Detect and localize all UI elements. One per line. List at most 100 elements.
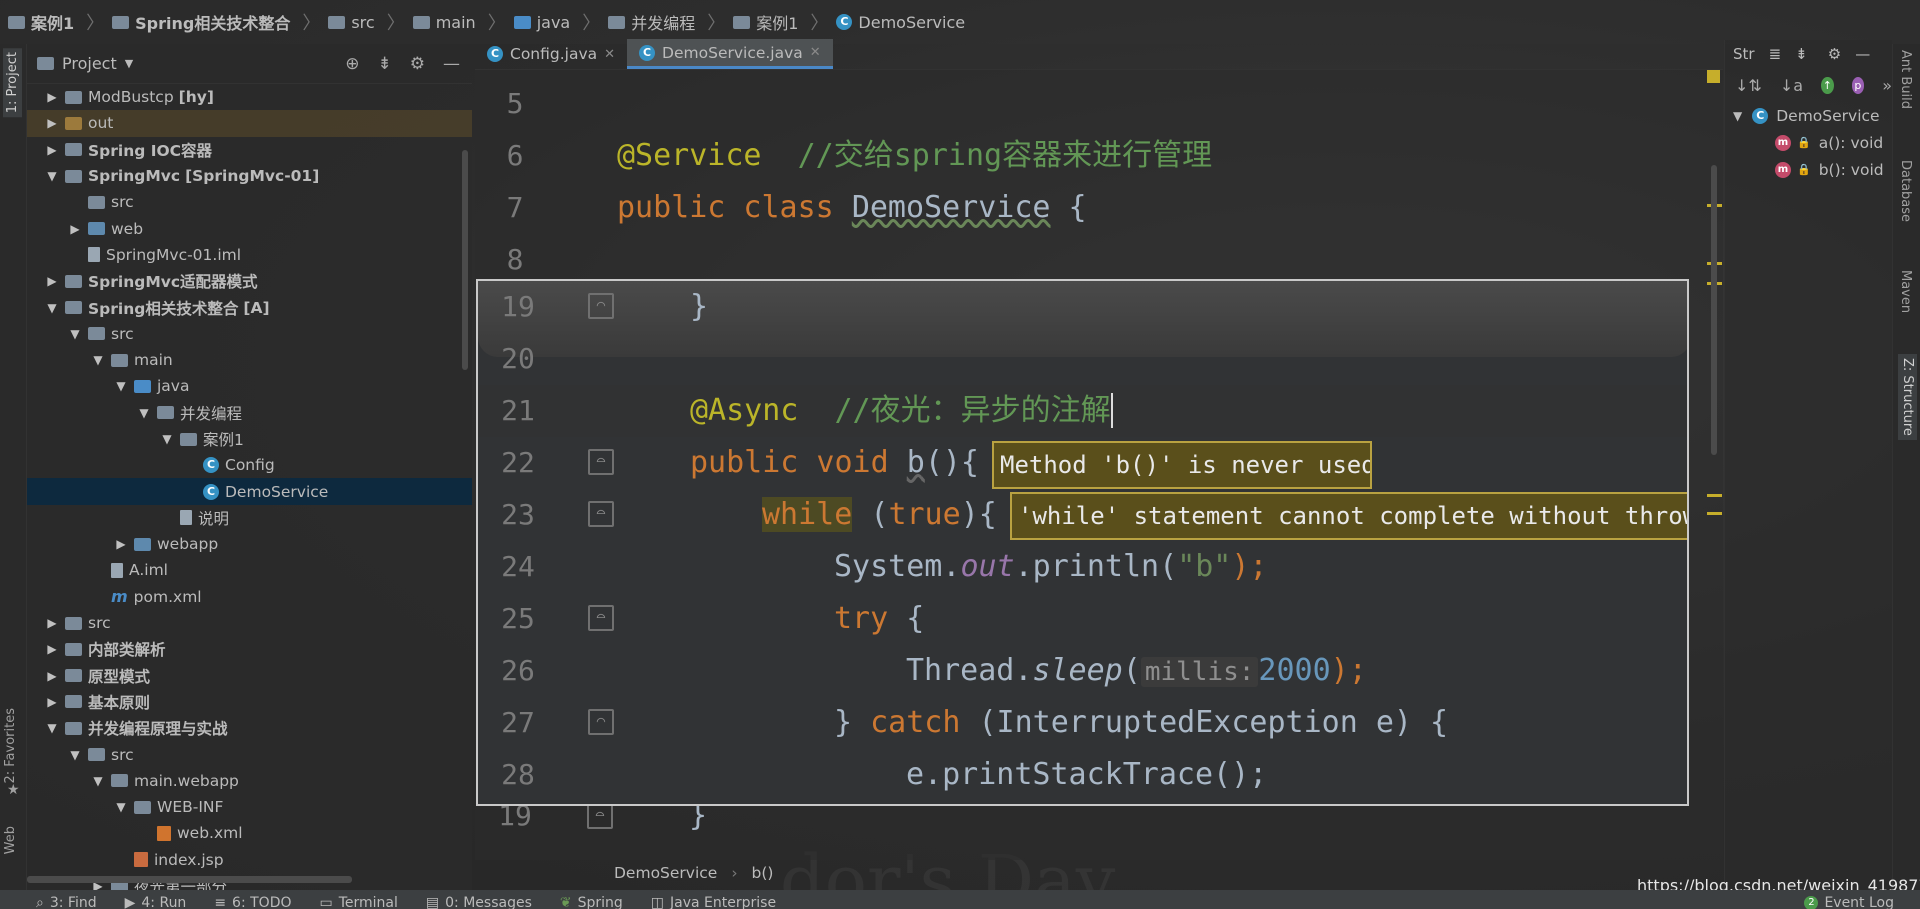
tab-java-enterprise[interactable]: ◫ Java Enterprise xyxy=(637,891,790,909)
chevron-right-icon[interactable]: ▶ xyxy=(45,116,59,130)
tab-todo[interactable]: ≡ 6: TODO xyxy=(200,891,305,909)
tab-favorites[interactable]: 2: Favorites xyxy=(3,708,18,784)
tree-item[interactable]: index.jsp xyxy=(27,847,472,873)
sort-by-visibility-icon[interactable]: ↓⇅ xyxy=(1735,76,1762,95)
show-properties-icon[interactable]: p xyxy=(1851,76,1865,94)
breadcrumb-item[interactable]: 案例1 〉 xyxy=(8,9,112,35)
warning-status-icon[interactable] xyxy=(1707,70,1720,83)
structure-method-row[interactable]: m 🔒 a(): void xyxy=(1725,129,1892,156)
chevron-down-icon[interactable]: ▼ xyxy=(160,432,174,446)
tree-item[interactable]: ▼ main xyxy=(27,347,472,373)
chevron-down-icon[interactable]: ▼ xyxy=(1733,109,1742,123)
tab-terminal[interactable]: ▭ Terminal xyxy=(306,891,412,909)
tab-maven[interactable]: Maven xyxy=(1898,270,1913,313)
tree-item[interactable]: m pom.xml xyxy=(27,584,472,610)
chevron-down-icon[interactable]: ▼ xyxy=(125,57,133,70)
chevron-down-icon[interactable]: ▼ xyxy=(114,379,128,393)
tab-messages[interactable]: ▤ 0: Messages xyxy=(412,891,546,909)
tree-item[interactable]: 说明 xyxy=(27,505,472,531)
breadcrumb-item[interactable]: 案例1 〉 xyxy=(733,9,836,35)
tab-config-java[interactable]: C Config.java ✕ xyxy=(475,39,627,69)
tree-item[interactable]: ▼ java xyxy=(27,373,472,399)
tab-event-log[interactable]: 2 Event Log xyxy=(1790,891,1920,909)
collapse-all-icon[interactable]: ⇟ xyxy=(378,54,392,74)
minimize-icon[interactable]: — xyxy=(443,54,460,74)
tree-item[interactable]: ▼ Spring相关技术整合 [A] xyxy=(27,294,472,320)
chevron-right-icon[interactable]: ▶ xyxy=(45,90,59,104)
sort-icon[interactable]: ≣ xyxy=(1769,45,1782,63)
tree-item[interactable]: ▼ 案例1 xyxy=(27,426,472,452)
breadcrumb-item[interactable]: b() xyxy=(752,864,774,882)
breadcrumb-item[interactable]: src 〉 xyxy=(328,9,412,35)
tree-item[interactable]: ▶ 基本原则 xyxy=(27,689,472,715)
tab-structure[interactable]: Z: Structure xyxy=(1898,354,1917,440)
chevron-right-icon[interactable]: ▶ xyxy=(114,537,128,551)
tab-ant-build[interactable]: Ant Build xyxy=(1898,50,1913,109)
chevron-right-icon[interactable]: ▶ xyxy=(45,143,59,157)
tree-item[interactable]: ▶ out xyxy=(27,110,472,137)
fold-icon[interactable]: ⌒ xyxy=(588,709,614,735)
project-scrollbar[interactable] xyxy=(462,150,468,370)
tree-item[interactable]: ▶ webapp xyxy=(27,531,472,557)
tab-spring[interactable]: ❦ Spring xyxy=(546,891,637,909)
tree-item[interactable]: A.iml xyxy=(27,557,472,583)
tree-item[interactable]: ▶ web xyxy=(27,215,472,241)
breadcrumb-item[interactable]: C DemoService xyxy=(836,13,965,32)
tree-item[interactable]: C DemoService xyxy=(27,478,472,505)
locate-icon[interactable]: ⊕ xyxy=(345,54,359,74)
chevron-down-icon[interactable]: ▼ xyxy=(45,721,59,735)
tree-item[interactable]: web.xml xyxy=(27,820,472,846)
tree-item[interactable]: ▶ 内部类解析 xyxy=(27,636,472,662)
chevron-right-icon[interactable]: ▶ xyxy=(45,616,59,630)
tree-item[interactable]: ▼ src xyxy=(27,321,472,347)
fold-icon[interactable]: ⌓ xyxy=(588,449,614,475)
minimize-icon[interactable]: — xyxy=(1855,45,1870,63)
tree-item[interactable]: ▶ ModBustcp [hy] xyxy=(27,84,472,110)
fold-icon[interactable]: ⌓ xyxy=(588,605,614,631)
tab-database[interactable]: Database xyxy=(1898,160,1913,222)
tree-item[interactable]: C Config xyxy=(27,452,472,478)
gear-icon[interactable]: ⚙ xyxy=(410,54,425,74)
fold-icon[interactable]: ⌒ xyxy=(588,293,614,319)
tab-demoservice-java[interactable]: C DemoService.java ✕ xyxy=(627,39,833,69)
close-icon[interactable]: ✕ xyxy=(810,45,821,60)
gear-icon[interactable]: ⚙ xyxy=(1828,45,1841,63)
tree-item[interactable]: src xyxy=(27,189,472,215)
breadcrumb-item[interactable]: 并发编程〉 xyxy=(608,9,733,35)
close-icon[interactable]: ✕ xyxy=(604,47,615,62)
chevron-down-icon[interactable]: ▼ xyxy=(114,800,128,814)
tree-item[interactable]: ▼ WEB-INF xyxy=(27,794,472,820)
chevron-right-icon[interactable]: ▶ xyxy=(45,695,59,709)
collapse-all-icon[interactable]: ⇟ xyxy=(1795,45,1808,63)
chevron-down-icon[interactable]: ▼ xyxy=(91,353,105,367)
fold-icon[interactable]: ⌓ xyxy=(588,501,614,527)
tree-item[interactable]: ▼ src xyxy=(27,741,472,767)
tab-web[interactable]: Web xyxy=(3,826,18,854)
tree-item[interactable]: SpringMvc-01.iml xyxy=(27,242,472,268)
tree-item[interactable]: ▶ 原型模式 xyxy=(27,663,472,689)
breadcrumb-item[interactable]: main 〉 xyxy=(412,9,514,35)
chevron-down-icon[interactable]: ▼ xyxy=(45,301,59,315)
project-panel-title[interactable]: Project xyxy=(62,54,117,73)
tab-project[interactable]: 1: Project xyxy=(3,48,22,118)
tab-run[interactable]: ▶ 4: Run xyxy=(111,891,201,909)
chevron-down-icon[interactable]: ▼ xyxy=(68,327,82,341)
fold-icon[interactable]: ⌓ xyxy=(587,803,613,829)
project-scrollbar-horizontal[interactable] xyxy=(27,876,352,883)
chevron-down-icon[interactable]: ▼ xyxy=(91,774,105,788)
tree-item[interactable]: ▼ SpringMvc [SpringMvc-01] xyxy=(27,163,472,189)
more-icon[interactable]: » xyxy=(1882,76,1892,95)
chevron-right-icon[interactable]: ▶ xyxy=(45,274,59,288)
tree-item[interactable]: ▶ Spring IOC容器 xyxy=(27,137,472,163)
breadcrumb-item[interactable]: Spring相关技术整合〉 xyxy=(112,9,328,35)
chevron-down-icon[interactable]: ▼ xyxy=(45,169,59,183)
tab-find[interactable]: ⌕ 3: Find xyxy=(0,891,111,909)
breadcrumb-item[interactable]: DemoService xyxy=(614,864,717,882)
warning-marker[interactable] xyxy=(1707,494,1722,497)
breadcrumb-item[interactable]: java 〉 xyxy=(513,9,609,35)
chevron-down-icon[interactable]: ▼ xyxy=(68,748,82,762)
editor-scrollbar[interactable] xyxy=(1711,165,1717,455)
structure-method-row[interactable]: m 🔒 b(): void xyxy=(1725,156,1892,183)
chevron-right-icon[interactable]: ▶ xyxy=(68,222,82,236)
chevron-down-icon[interactable]: ▼ xyxy=(137,406,151,420)
